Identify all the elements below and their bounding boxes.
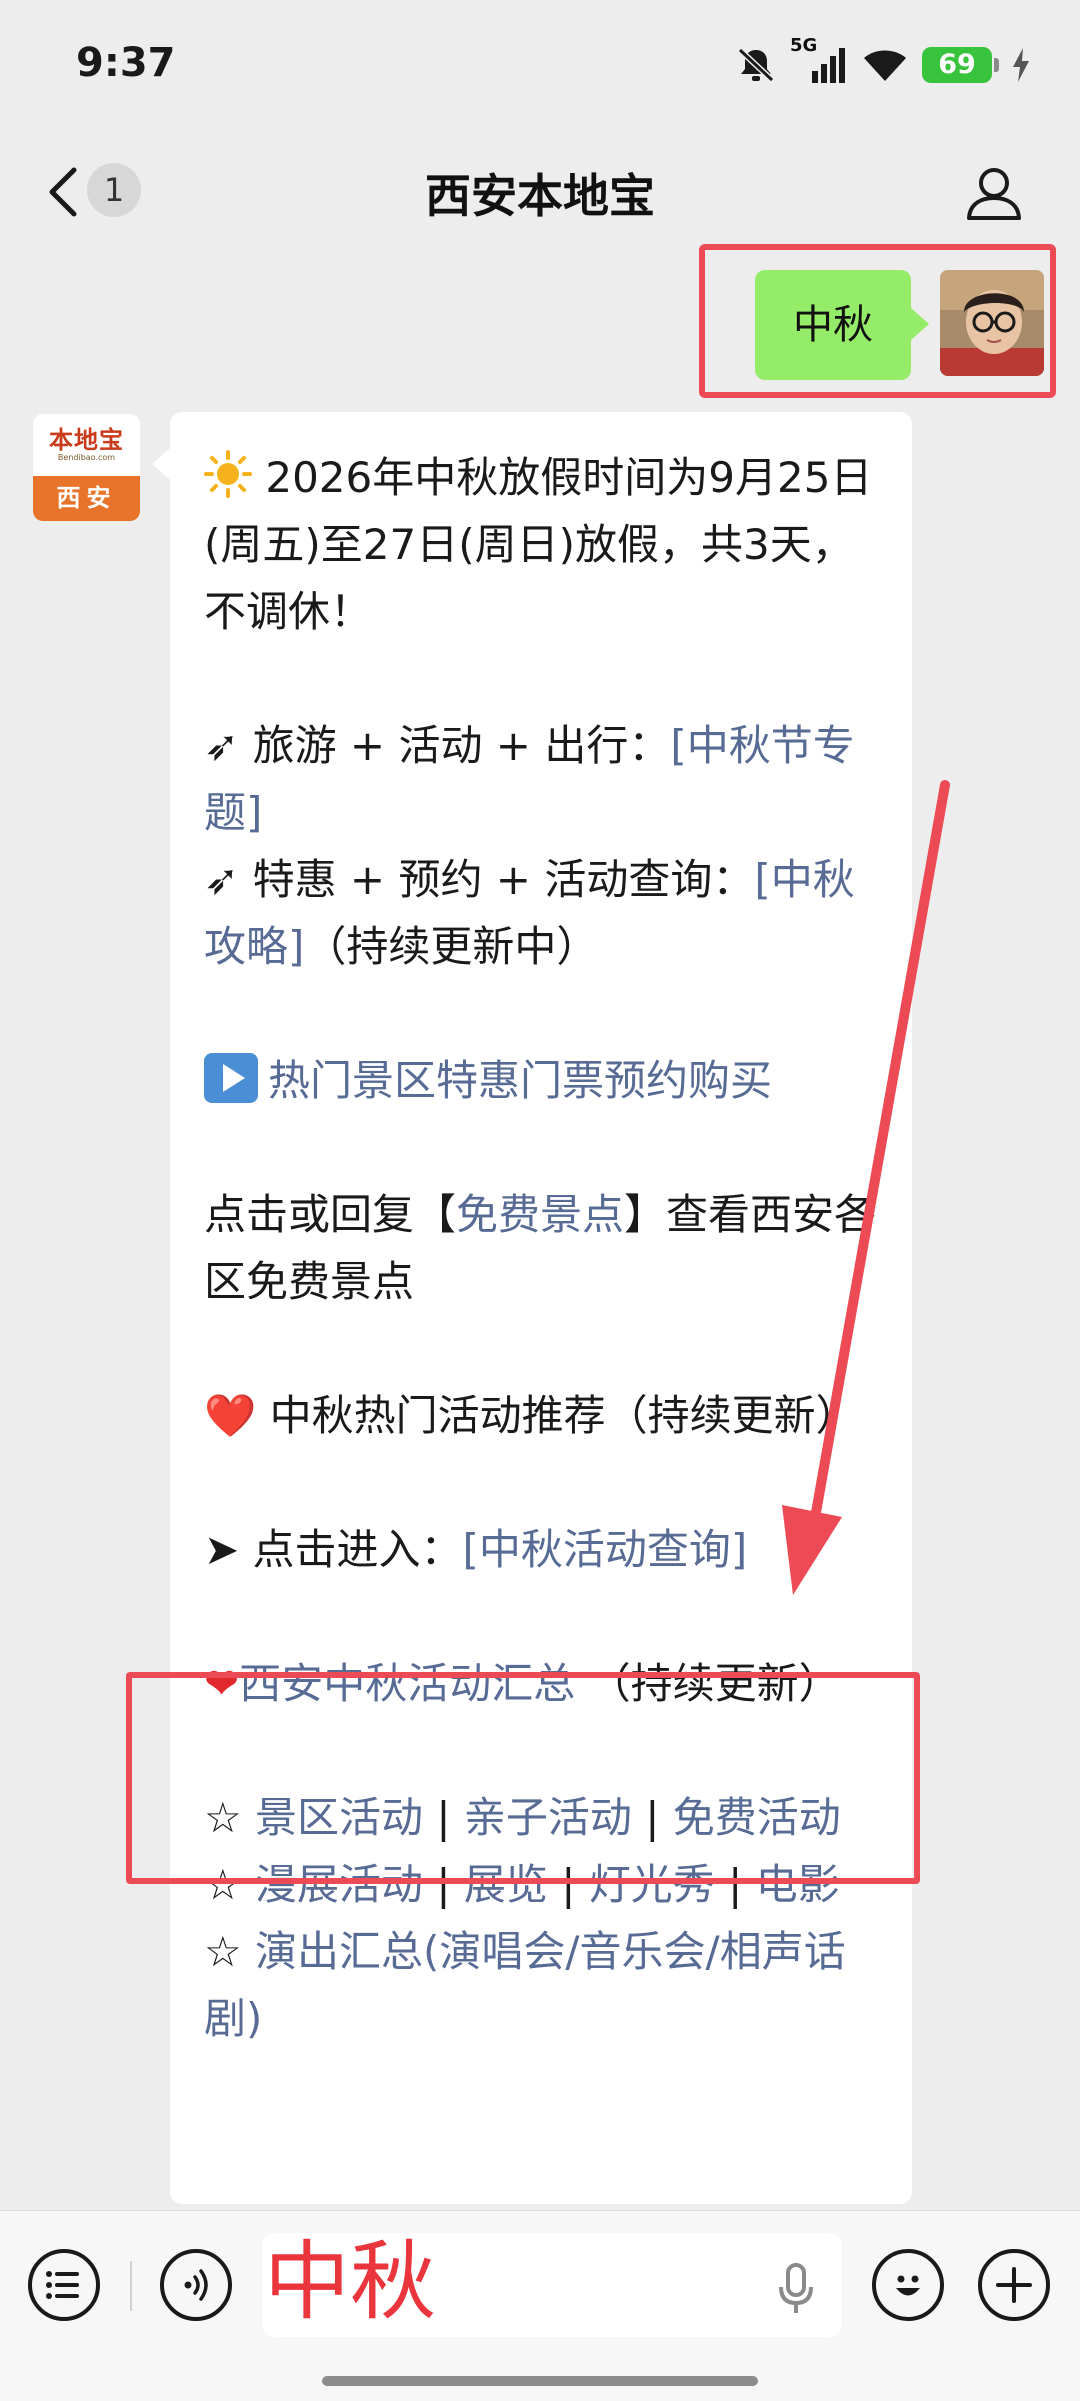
hot-activities-line: ❤️ 中秋热门活动推荐（持续更新） xyxy=(204,1382,894,1449)
plus-icon xyxy=(996,2267,1032,2303)
avatar-logo-sub: Bendibao.com xyxy=(57,453,116,462)
signal-icon: 5G xyxy=(790,35,848,85)
voice-button[interactable] xyxy=(160,2249,232,2321)
dart-icon: ➶ xyxy=(204,855,240,904)
enter-line: ➤ 点击进入：[中秋活动查询] xyxy=(204,1516,894,1583)
incoming-message-bubble: 2026年中秋放假时间为9月25日(周五)至27日(周日)放假，共3天，不调休！… xyxy=(152,412,912,2204)
heart-icon: ❤️ xyxy=(204,1391,257,1440)
input-divider xyxy=(130,2261,132,2311)
plus-button[interactable] xyxy=(978,2249,1050,2321)
deals-label: 特惠 + 预约 + 活动查询： xyxy=(252,855,755,904)
emoji-button[interactable] xyxy=(872,2249,944,2321)
sun-icon xyxy=(204,450,252,498)
highlight-box-summary xyxy=(126,1672,920,1884)
free-prefix: 点击或回复【 xyxy=(204,1190,457,1239)
bot-avatar[interactable]: 本地宝 Bendibao.com 西安 xyxy=(33,414,140,521)
input-bar: 中秋 xyxy=(0,2210,1080,2401)
charging-icon xyxy=(1013,48,1029,82)
mic-icon[interactable] xyxy=(776,2263,816,2315)
free-spots-line: 点击或回复【免费景点】查看西安各区免费景点 xyxy=(204,1181,894,1315)
enter-label: ➤ 点击进入： xyxy=(204,1525,463,1574)
avatar-logo-text: 本地宝 xyxy=(49,425,124,454)
travel-line: ➶ 旅游 + 活动 + 出行：[中秋节专题] xyxy=(204,712,894,846)
tickets-line: 热门景区特惠门票预约购买 xyxy=(204,1047,894,1114)
deals-line: ➶ 特惠 + 预约 + 活动查询：[中秋攻略]（持续更新中） xyxy=(204,846,894,980)
free-spots-link[interactable]: 免费景点 xyxy=(456,1190,624,1239)
emoji-icon xyxy=(896,2275,920,2296)
voice-icon xyxy=(184,2269,208,2301)
wifi-icon xyxy=(864,50,906,81)
status-bar: 9:37 5G 69 xyxy=(0,0,1080,130)
chat-title: 西安本地宝 xyxy=(425,169,655,223)
battery-icon: 69 xyxy=(922,47,999,83)
status-icons: 5G 69 xyxy=(736,35,1030,90)
activity-query-link[interactable]: [中秋活动查询] xyxy=(463,1525,748,1574)
highlight-box-outgoing xyxy=(699,244,1056,398)
holiday-text: 2026年中秋放假时间为9月25日(周五)至27日(周日)放假，共3天，不调休！ xyxy=(204,453,873,636)
hot-activities-text: 中秋热门活动推荐（持续更新） xyxy=(269,1391,858,1440)
star-icon: ☆ xyxy=(204,1927,242,1976)
profile-icon[interactable] xyxy=(964,165,1024,221)
mute-icon xyxy=(737,47,775,83)
message-input[interactable]: 中秋 xyxy=(262,2232,842,2337)
status-time: 9:37 xyxy=(76,40,176,86)
home-indicator[interactable] xyxy=(322,2376,758,2386)
dart-icon: ➶ xyxy=(204,721,240,770)
tickets-link[interactable]: 热门景区特惠门票预约购买 xyxy=(268,1056,772,1105)
holiday-info: 2026年中秋放假时间为9月25日(周五)至27日(周日)放假，共3天，不调休！ xyxy=(204,444,894,645)
deals-suffix: （持续更新中） xyxy=(304,922,599,971)
play-icon xyxy=(204,1053,258,1103)
menu-icon xyxy=(46,2271,79,2299)
category-row-3: ☆ 演出汇总(演唱会/音乐会/相声话剧) xyxy=(204,1918,894,2052)
travel-label: 旅游 + 活动 + 出行： xyxy=(252,721,671,770)
message-input-text: 中秋 xyxy=(264,2232,436,2332)
avatar-city: 西安 xyxy=(33,476,140,521)
menu-button[interactable] xyxy=(28,2249,100,2321)
performances-link[interactable]: 演出汇总(演唱会/音乐会/相声话剧) xyxy=(204,1927,846,2043)
